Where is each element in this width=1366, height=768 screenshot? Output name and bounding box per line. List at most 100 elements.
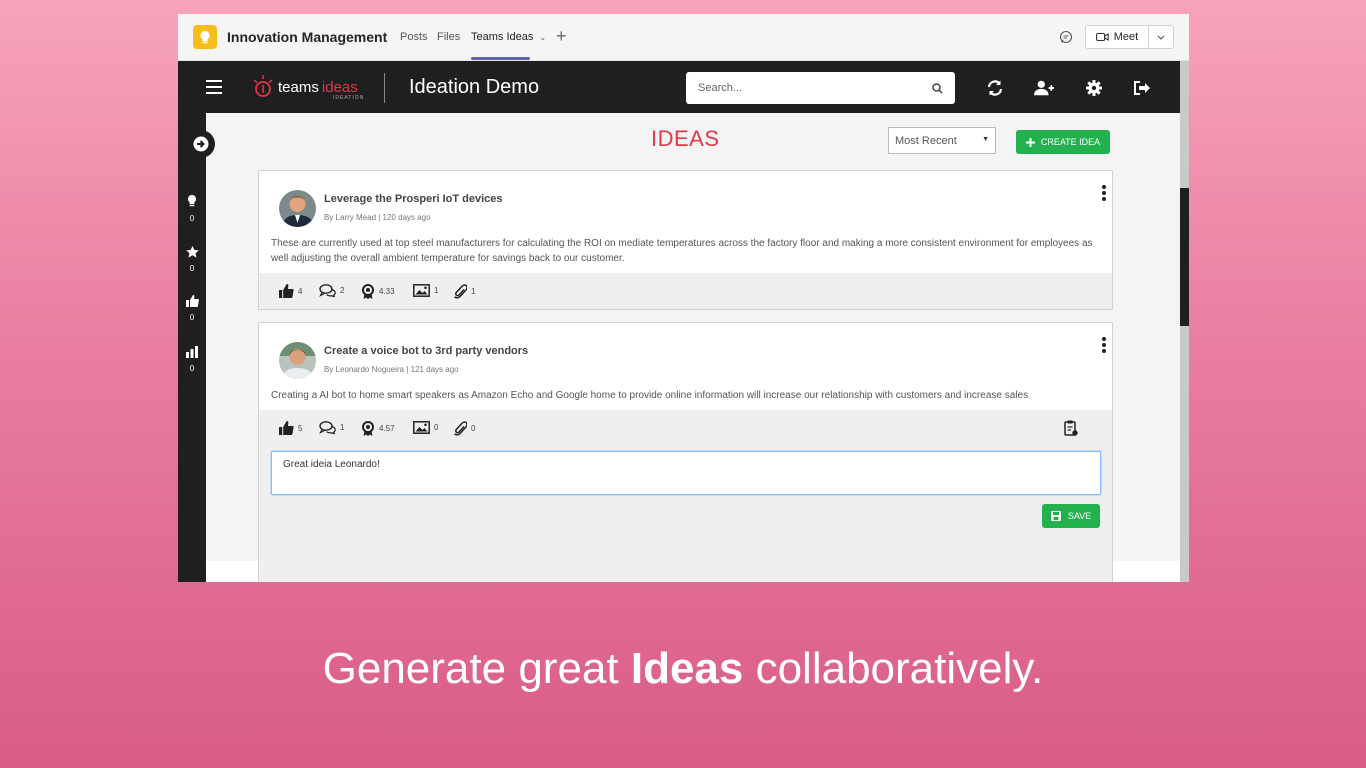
caption-text-start: Generate great	[322, 644, 631, 693]
sidebar-item-ideas[interactable]: 0	[178, 195, 206, 223]
sidebar-count: 0	[189, 214, 195, 223]
tab-teams-ideas-label: Teams Ideas	[471, 31, 534, 43]
award-icon	[362, 284, 374, 299]
app-title: Innovation Management	[227, 29, 388, 45]
more-options-icon[interactable]	[1102, 337, 1106, 355]
comment-stat[interactable]: 1	[319, 421, 344, 434]
chevron-down-icon: ⌄	[539, 33, 547, 42]
tab-posts[interactable]: Posts	[400, 31, 428, 43]
save-icon	[1050, 511, 1061, 521]
more-options-icon[interactable]	[1102, 185, 1106, 203]
avatar	[279, 342, 316, 379]
idea-title[interactable]: Leverage the Prosperi IoT devices	[324, 193, 503, 205]
idea-title[interactable]: Create a voice bot to 3rd party vendors	[324, 345, 528, 357]
app-top-bar: teams ideas IDEATION Ideation Demo	[178, 61, 1180, 113]
logout-icon[interactable]	[1132, 79, 1152, 97]
comment-textarea[interactable]: Great ideia Leonardo!	[271, 451, 1101, 495]
logo-subtext: IDEATION	[333, 95, 365, 101]
rating-stat[interactable]: 4.33	[361, 284, 395, 299]
like-stat[interactable]: 4	[279, 284, 302, 298]
teams-header: Innovation Management Posts Files Teams …	[178, 14, 1189, 61]
sidebar-item-favorites[interactable]: 0	[178, 245, 206, 273]
meet-dropdown-chevron-icon[interactable]	[1149, 26, 1173, 48]
tab-teams-ideas[interactable]: Teams Ideas ⌄	[471, 31, 546, 43]
lightbulb-icon	[188, 195, 196, 207]
avatar	[279, 190, 316, 227]
clipboard-check-icon[interactable]	[1064, 420, 1078, 436]
image-stat[interactable]: 0	[413, 421, 438, 434]
image-icon	[413, 284, 430, 297]
like-count: 5	[298, 423, 303, 433]
lightbulb-app-icon[interactable]	[193, 25, 217, 49]
image-count: 1	[434, 286, 439, 295]
marketing-caption: Generate great Ideas collaboratively.	[0, 644, 1366, 694]
like-stat[interactable]: 5	[279, 421, 302, 435]
add-user-icon[interactable]	[1034, 79, 1054, 97]
paperclip-icon	[454, 421, 467, 436]
paperclip-icon	[454, 284, 467, 299]
tab-files[interactable]: Files	[437, 31, 460, 43]
idea-card: Leverage the Prosperi IoT devices By Lar…	[258, 170, 1113, 310]
caption-text-bold: Ideas	[630, 644, 744, 693]
thumbs-up-icon	[279, 284, 294, 298]
idea-meta: By Larry Mead | 120 days ago	[324, 213, 431, 222]
bar-chart-icon	[186, 346, 198, 358]
caption-text-end: collaboratively.	[743, 644, 1044, 693]
attachment-stat[interactable]: 1	[454, 284, 475, 299]
sidebar-count: 0	[189, 264, 195, 273]
meet-button[interactable]: Meet	[1085, 25, 1174, 49]
comment-count: 1	[340, 423, 345, 432]
teams-ideas-logo: teams ideas IDEATION	[251, 71, 363, 103]
chat-icon[interactable]	[1059, 30, 1073, 49]
comments-icon	[319, 284, 336, 297]
left-sidebar: 0 0 0 0	[178, 113, 206, 582]
save-button[interactable]: SAVE	[1042, 504, 1100, 528]
save-label: SAVE	[1067, 511, 1092, 521]
meet-label: Meet	[1113, 31, 1139, 43]
create-idea-label: CREATE IDEA	[1040, 137, 1101, 147]
active-tab-indicator	[471, 57, 530, 60]
star-icon	[185, 246, 199, 258]
attachment-count: 1	[471, 287, 476, 296]
hamburger-menu-icon[interactable]	[206, 80, 222, 98]
logo-text-teams: teams	[278, 78, 319, 96]
gear-icon[interactable]	[1084, 79, 1104, 97]
logo-divider	[384, 73, 385, 103]
video-camera-icon	[1095, 32, 1109, 42]
app-name: Ideation Demo	[409, 76, 540, 98]
logo-bulb-icon	[253, 75, 273, 97]
search-input[interactable]	[698, 82, 932, 94]
comment-count: 2	[340, 286, 345, 295]
idea-card: Create a voice bot to 3rd party vendors …	[258, 322, 1113, 582]
comment-stat[interactable]: 2	[319, 284, 344, 297]
logo-text-ideas: ideas	[321, 78, 358, 96]
arrow-right-circle-icon	[193, 136, 209, 152]
rating-stat[interactable]: 4.57	[361, 421, 395, 436]
idea-stats-bar: 4 2 4.33 1 1	[259, 273, 1112, 309]
award-icon	[362, 421, 374, 436]
scrollbar-thumb[interactable]	[1180, 188, 1189, 326]
idea-meta: By Leonardo Nogueira | 121 days ago	[324, 365, 459, 374]
page-title: IDEAS	[651, 126, 720, 151]
idea-description: Creating a AI bot to home smart speakers…	[271, 390, 1029, 401]
add-tab-icon[interactable]: +	[556, 26, 567, 47]
image-icon	[413, 421, 430, 434]
thumbs-up-icon	[185, 295, 199, 307]
idea-stats-bar: 5 1 4.57 0 0	[259, 410, 1112, 582]
rating-value: 4.33	[379, 287, 395, 296]
sidebar-item-likes[interactable]: 0	[178, 294, 206, 322]
search-box	[686, 72, 955, 104]
plus-icon	[1025, 137, 1035, 147]
refresh-icon[interactable]	[985, 79, 1005, 97]
attachment-stat[interactable]: 0	[454, 421, 475, 436]
search-icon[interactable]	[932, 82, 943, 94]
sidebar-item-reports[interactable]: 0	[178, 345, 206, 373]
image-stat[interactable]: 1	[413, 284, 438, 297]
create-idea-button[interactable]: CREATE IDEA	[1016, 130, 1110, 154]
sort-select[interactable]: Most Recent ▼	[888, 127, 996, 154]
sidebar-toggle-button[interactable]	[187, 130, 215, 158]
sort-selected-value: Most Recent	[895, 135, 957, 147]
teams-window: Innovation Management Posts Files Teams …	[178, 14, 1189, 582]
caret-down-icon: ▼	[982, 136, 989, 143]
attachment-count: 0	[471, 424, 476, 433]
